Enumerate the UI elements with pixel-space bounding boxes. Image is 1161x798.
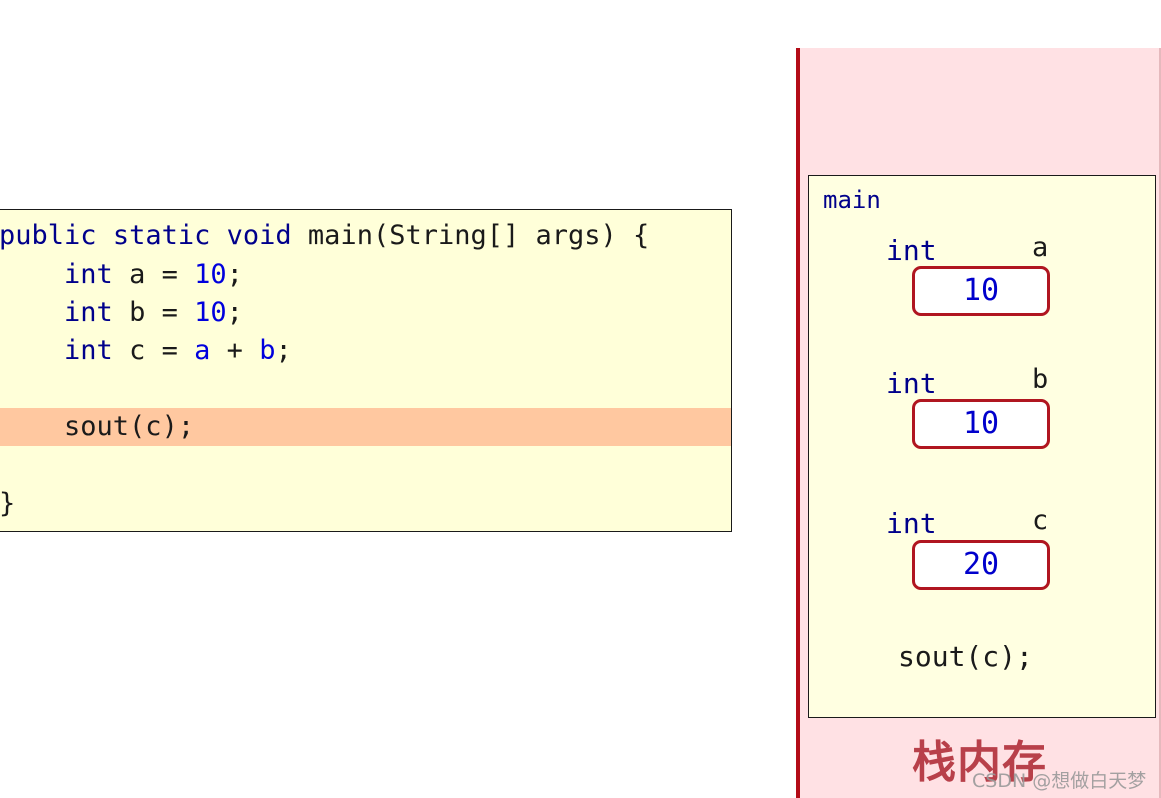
operator-plus: + — [226, 335, 243, 366]
code-line-int-c: int c = a + b; — [0, 332, 731, 370]
method-signature: main(String[] args) { — [307, 220, 650, 251]
frame-title: main — [823, 186, 881, 214]
literal-b: 10 — [194, 297, 227, 328]
literal-a: 10 — [194, 259, 227, 290]
var-c-value-box: 20 — [912, 540, 1050, 590]
var-a-name: a — [1032, 232, 1049, 263]
var-a-type: int — [886, 234, 937, 267]
stack-frame-main: main int a 10 int b 10 int c 20 sout(c); — [808, 175, 1156, 718]
semicolon: ; — [275, 335, 292, 366]
decl-b: b = — [129, 297, 178, 328]
code-line-sout-highlighted: sout(c); — [0, 408, 731, 446]
type-int: int — [64, 297, 113, 328]
operand-b: b — [259, 335, 276, 366]
semicolon: ; — [226, 259, 243, 290]
watermark: CSDN @想做白天梦 — [972, 770, 1147, 792]
var-c-name: c — [1032, 505, 1049, 536]
type-int: int — [64, 335, 113, 366]
stage: public static void main(String[] args) {… — [0, 0, 1161, 798]
var-a-value-box: 10 — [912, 266, 1050, 316]
var-b-value-box: 10 — [912, 399, 1050, 449]
sout-call: sout(c); — [64, 411, 195, 442]
decl-c: c = — [129, 335, 178, 366]
var-b-name: b — [1032, 364, 1049, 395]
var-c-type: int — [886, 507, 937, 540]
code-line-int-a: int a = 10; — [0, 256, 731, 294]
code-line-int-b: int b = 10; — [0, 294, 731, 332]
closing-brace: } — [0, 488, 16, 519]
operand-a: a — [194, 335, 211, 366]
keyword-public: public — [0, 220, 97, 251]
keyword-void: void — [226, 220, 292, 251]
code-line-signature: public static void main(String[] args) { — [0, 217, 731, 255]
code-panel: public static void main(String[] args) {… — [0, 209, 732, 532]
var-b-type: int — [886, 367, 937, 400]
type-int: int — [64, 259, 113, 290]
semicolon: ; — [226, 297, 243, 328]
frame-statement-sout: sout(c); — [898, 640, 1033, 673]
code-line-closing-brace: } — [0, 485, 731, 523]
decl-a: a = — [129, 259, 178, 290]
keyword-static: static — [112, 220, 211, 251]
